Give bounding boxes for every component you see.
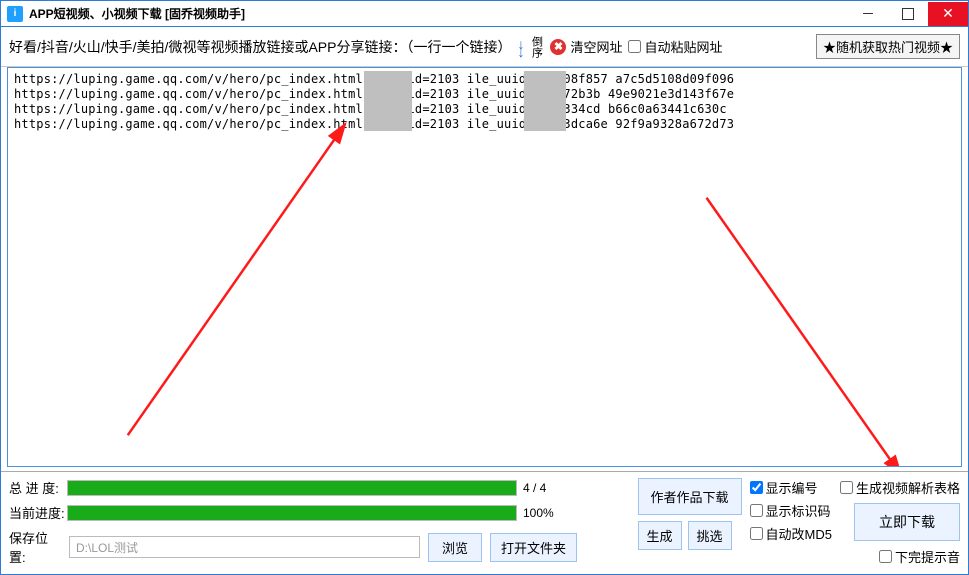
url-line: https://luping.game.qq.com/v/hero/pc_ind…	[14, 87, 955, 102]
current-progress-label: 当前进度:	[9, 503, 67, 522]
generate-button[interactable]: 生成	[638, 521, 682, 550]
sort-button[interactable]: ↓↓ 倒序	[517, 36, 544, 58]
url-textarea[interactable]: https://luping.game.qq.com/v/hero/pc_ind…	[7, 67, 962, 467]
auto-paste-input[interactable]	[628, 40, 641, 53]
browse-button[interactable]: 浏览	[428, 533, 482, 562]
download-now-button[interactable]: 立即下载	[854, 503, 960, 541]
maximize-button[interactable]	[888, 2, 928, 26]
hint-text: 好看/抖音/火山/快手/美拍/微视等视频播放链接或APP分享链接：（一行一个链接…	[9, 37, 511, 57]
total-progress-text: 4 / 4	[517, 481, 577, 495]
url-line: https://luping.game.qq.com/v/hero/pc_ind…	[14, 117, 955, 132]
total-progress-label: 总 进 度:	[9, 478, 67, 497]
app-icon: i	[7, 6, 23, 22]
app-window: i APP短视频、小视频下载 [固乔视频助手] ✕ 好看/抖音/火山/快手/美拍…	[0, 0, 969, 575]
clear-icon: ✖	[550, 39, 566, 55]
auto-md5-label: 自动改MD5	[766, 524, 832, 543]
sort-icon: ↓↓	[517, 39, 524, 55]
show-number-label: 显示编号	[766, 478, 818, 497]
gen-table-checkbox[interactable]: 生成视频解析表格	[840, 478, 960, 497]
auto-paste-checkbox[interactable]: 自动粘贴网址	[628, 37, 722, 56]
show-code-label: 显示标识码	[766, 501, 831, 520]
sort-label: 倒序	[528, 36, 544, 58]
random-hot-button[interactable]: ★随机获取热门视频★	[816, 34, 960, 59]
minimize-button[interactable]	[848, 2, 888, 26]
window-title: APP短视频、小视频下载 [固乔视频助手]	[29, 5, 245, 22]
show-number-input[interactable]	[750, 481, 763, 494]
window-buttons: ✕	[848, 2, 968, 26]
show-code-checkbox[interactable]: 显示标识码	[750, 501, 832, 520]
auto-md5-input[interactable]	[750, 527, 763, 540]
url-line: https://luping.game.qq.com/v/hero/pc_ind…	[14, 72, 955, 87]
clear-button[interactable]: ✖ 清空网址	[550, 37, 622, 56]
gen-table-input[interactable]	[840, 481, 853, 494]
done-sound-input[interactable]	[879, 550, 892, 563]
save-path-label: 保存位置:	[9, 528, 61, 566]
save-path-input[interactable]	[69, 536, 420, 558]
current-progress-bar	[67, 505, 517, 521]
gen-table-label: 生成视频解析表格	[856, 478, 960, 497]
done-sound-label: 下完提示音	[895, 547, 960, 566]
show-number-checkbox[interactable]: 显示编号	[750, 478, 832, 497]
clear-label: 清空网址	[570, 37, 622, 56]
url-line: https://luping.game.qq.com/v/hero/pc_ind…	[14, 102, 955, 117]
show-code-input[interactable]	[750, 504, 763, 517]
toolbar: 好看/抖音/火山/快手/美拍/微视等视频播放链接或APP分享链接：（一行一个链接…	[1, 27, 968, 67]
auto-md5-checkbox[interactable]: 自动改MD5	[750, 524, 832, 543]
current-progress-text: 100%	[517, 506, 577, 520]
redaction-mask	[524, 71, 566, 131]
bottom-panel: 总 进 度: 4 / 4 作者作品下载 生成 挑选 显示编号 显示标识码 自动改…	[1, 471, 968, 574]
pick-button[interactable]: 挑选	[688, 521, 732, 550]
redaction-mask	[364, 71, 412, 131]
open-folder-button[interactable]: 打开文件夹	[490, 533, 577, 562]
close-button[interactable]: ✕	[928, 2, 968, 26]
total-progress-bar	[67, 480, 517, 496]
auto-paste-label: 自动粘贴网址	[644, 37, 722, 56]
author-download-button[interactable]: 作者作品下载	[638, 478, 742, 515]
done-sound-checkbox[interactable]: 下完提示音	[879, 547, 960, 566]
titlebar: i APP短视频、小视频下载 [固乔视频助手] ✕	[1, 1, 968, 27]
